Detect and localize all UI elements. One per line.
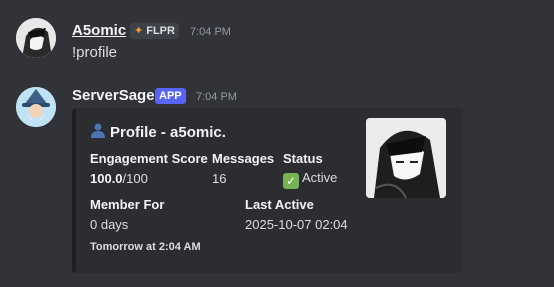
member-for-label: Member For — [90, 197, 165, 212]
bot-avatar[interactable] — [16, 87, 56, 127]
embed-footer-timestamp: Tomorrow at 2:04 AM — [90, 241, 201, 253]
embed-title-text: Profile - a5omic. — [110, 123, 226, 141]
last-active-value: 2025-10-07 02:04 — [245, 217, 348, 232]
engagement-score-number: 100.0 — [90, 171, 123, 186]
engagement-score-label: Engagement Score — [90, 151, 208, 166]
engagement-score-value: 100.0/100 — [90, 171, 148, 186]
messages-value: 16 — [212, 171, 227, 186]
messages-label: Messages — [212, 151, 275, 166]
bust-in-silhouette-icon — [90, 122, 106, 142]
last-active-label: Last Active — [245, 197, 314, 212]
server-tag[interactable]: ✦ FLPR — [130, 23, 179, 39]
user-avatar[interactable] — [16, 18, 56, 58]
username[interactable]: A5omic — [72, 22, 126, 39]
profile-embed: Profile - a5omic. Engagement Score 100.0… — [72, 108, 463, 273]
member-for-value: 0 days — [90, 217, 129, 232]
check-mark-button-icon: ✓ — [283, 173, 299, 189]
embed-thumbnail[interactable] — [366, 118, 446, 198]
timestamp[interactable]: 7:04 PM — [190, 26, 231, 38]
app-badge: APP — [155, 88, 186, 104]
status-value-wrap: ✓ Active — [283, 170, 337, 189]
status-value: Active — [302, 170, 338, 185]
bot-username[interactable]: ServerSage — [72, 87, 155, 104]
embed-title: Profile - a5omic. — [90, 122, 226, 142]
diamond-compass-icon: ✦ — [134, 25, 144, 37]
status-label: Status — [283, 151, 323, 166]
engagement-score-suffix: /100 — [122, 171, 148, 186]
timestamp[interactable]: 7:04 PM — [196, 91, 237, 103]
server-tag-label: FLPR — [146, 25, 175, 37]
message-text: !profile — [72, 44, 118, 61]
